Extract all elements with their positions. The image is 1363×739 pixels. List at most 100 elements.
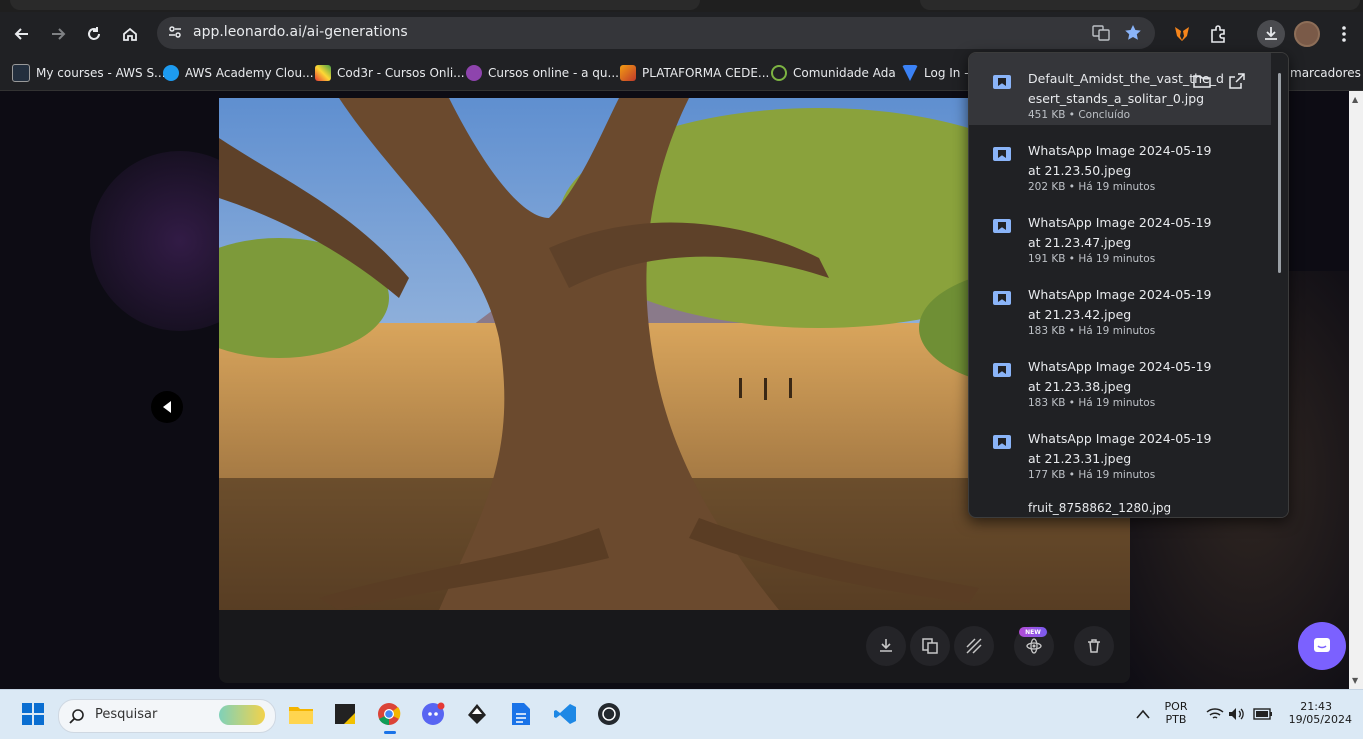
search-placeholder: Pesquisar — [95, 707, 158, 722]
download-filename: WhatsApp Image 2024-05-19 at 21.23.47.jp… — [1028, 215, 1212, 250]
profile-avatar[interactable] — [1293, 20, 1321, 48]
download-filename: WhatsApp Image 2024-05-19 at 21.23.50.jp… — [1028, 143, 1212, 178]
download-filename: WhatsApp Image 2024-05-19 at 21.23.38.jp… — [1028, 359, 1212, 394]
download-item[interactable]: WhatsApp Image 2024-05-19 at 21.23.50.jp… — [969, 125, 1271, 197]
extensions-icon[interactable] — [1204, 20, 1232, 48]
download-filename: WhatsApp Image 2024-05-19 at 21.23.31.jp… — [1028, 431, 1212, 466]
download-status: 183 KB • Há 19 minutos — [1028, 397, 1156, 409]
download-filename-partial[interactable]: fruit_8758862_1280.jpg — [1028, 501, 1171, 515]
bookmark-item[interactable]: Cursos online - a qu... — [466, 63, 619, 83]
reload-icon — [88, 27, 100, 40]
chat-icon — [1314, 638, 1330, 652]
download-icon — [880, 639, 892, 652]
download-item[interactable]: Default_Amidst_the_vast_the_desert_stand… — [969, 53, 1271, 125]
reload-button[interactable] — [80, 20, 108, 48]
menu-kebab-icon[interactable] — [1330, 20, 1358, 48]
atom-icon — [1026, 638, 1042, 654]
scroll-down-icon[interactable]: ▼ — [1352, 676, 1358, 685]
page-scrollbar[interactable]: ▲ ▼ — [1349, 91, 1363, 689]
home-icon — [123, 27, 137, 41]
site-settings-icon[interactable] — [167, 24, 183, 44]
previous-image-button[interactable] — [151, 391, 183, 423]
salesforce-cloud-icon — [163, 65, 179, 81]
cod3r-icon — [315, 65, 331, 81]
bookmark-item[interactable]: My courses - AWS S... — [12, 63, 166, 83]
battery-icon[interactable] — [1248, 699, 1278, 729]
download-status: 451 KB • Concluído — [1028, 109, 1131, 121]
scroll-up-icon[interactable]: ▲ — [1352, 95, 1358, 104]
image-file-icon — [993, 147, 1011, 161]
download-image-button[interactable] — [866, 626, 906, 666]
hatch-icon — [966, 638, 982, 654]
start-button[interactable] — [18, 699, 48, 729]
chrome-icon[interactable] — [374, 699, 404, 729]
chevron-up-icon[interactable] — [1128, 699, 1158, 729]
discord-icon[interactable] — [418, 699, 448, 729]
word-doc-icon[interactable] — [506, 699, 536, 729]
image-file-icon — [993, 75, 1011, 89]
udemy-icon — [466, 65, 482, 81]
bookmark-item[interactable]: AWS Academy Clou... — [163, 63, 314, 83]
home-button[interactable] — [116, 20, 144, 48]
downloads-popup: Default_Amidst_the_vast_the_desert_stand… — [968, 52, 1289, 518]
image-file-icon — [993, 219, 1011, 233]
url-text[interactable]: app.leonardo.ai/ai-generations — [193, 24, 408, 40]
login-icon — [902, 65, 918, 81]
github-desktop-icon[interactable] — [594, 699, 624, 729]
bookmark-item[interactable]: PLATAFORMA CEDE... — [620, 63, 769, 83]
metamask-extension-icon[interactable] — [1168, 20, 1196, 48]
download-item[interactable]: WhatsApp Image 2024-05-19 at 21.23.38.jp… — [969, 341, 1271, 413]
delete-image-button[interactable] — [1074, 626, 1114, 666]
chat-support-button[interactable] — [1298, 622, 1346, 670]
image-file-icon — [993, 363, 1011, 377]
vscode-icon[interactable] — [550, 699, 580, 729]
browser-toolbar: app.leonardo.ai/ai-generations — [0, 12, 1363, 56]
browser-tab[interactable] — [10, 0, 700, 10]
browser-tab[interactable] — [920, 0, 1360, 10]
download-status: 202 KB • Há 19 minutos — [1028, 181, 1156, 193]
windows-taskbar: Pesquisar POR PTB 21:43 19/05/2024 — [0, 689, 1363, 739]
search-icon — [69, 709, 84, 724]
download-filename: WhatsApp Image 2024-05-19 at 21.23.42.jp… — [1028, 287, 1212, 322]
image-file-icon — [993, 291, 1011, 305]
trash-icon — [1088, 639, 1100, 653]
search-highlight-icon — [219, 705, 265, 725]
ada-icon — [771, 65, 787, 81]
windows-logo-icon — [22, 703, 44, 725]
back-button[interactable] — [8, 20, 36, 48]
inkscape-icon[interactable] — [462, 699, 492, 729]
arrow-left-icon — [14, 28, 28, 40]
copy-image-button[interactable] — [910, 626, 950, 666]
download-status: 191 KB • Há 19 minutos — [1028, 253, 1156, 265]
caret-left-icon — [163, 401, 171, 413]
aws-icon — [12, 64, 30, 82]
open-external-icon[interactable] — [1229, 73, 1245, 93]
download-item[interactable]: WhatsApp Image 2024-05-19 at 21.23.31.jp… — [969, 413, 1271, 485]
sticky-notes-icon[interactable] — [330, 699, 360, 729]
clock[interactable]: 21:43 19/05/2024 — [1276, 700, 1356, 726]
taskbar-search[interactable]: Pesquisar — [58, 699, 276, 733]
bookmark-item[interactable]: Comunidade Ada — [771, 63, 896, 83]
downloads-button[interactable] — [1257, 20, 1285, 48]
download-item[interactable]: WhatsApp Image 2024-05-19 at 21.23.42.jp… — [969, 269, 1271, 341]
all-bookmarks[interactable]: marcadores — [1290, 63, 1361, 83]
translate-icon[interactable] — [1091, 23, 1111, 47]
file-explorer-icon[interactable] — [286, 699, 316, 729]
copy-icon — [922, 638, 938, 654]
arrow-right-icon — [52, 28, 66, 40]
bookmark-star-icon[interactable] — [1123, 23, 1143, 47]
scroll-thumb[interactable] — [1278, 73, 1281, 273]
active-indicator — [384, 731, 396, 734]
download-status: 177 KB • Há 19 minutos — [1028, 469, 1156, 481]
downloads-scrollbar[interactable] — [1272, 53, 1288, 517]
cedet-icon — [620, 65, 636, 81]
address-bar[interactable]: app.leonardo.ai/ai-generations — [157, 17, 1155, 49]
bookmark-item[interactable]: Cod3r - Cursos Onli... — [315, 63, 465, 83]
language-indicator[interactable]: POR PTB — [1158, 700, 1194, 726]
remove-background-button[interactable] — [954, 626, 994, 666]
forward-button[interactable] — [44, 20, 72, 48]
folder-icon[interactable] — [1193, 73, 1211, 93]
download-item[interactable]: WhatsApp Image 2024-05-19 at 21.23.47.jp… — [969, 197, 1271, 269]
tab-strip — [0, 0, 1363, 12]
bookmark-item[interactable]: Log In - — [902, 63, 969, 83]
